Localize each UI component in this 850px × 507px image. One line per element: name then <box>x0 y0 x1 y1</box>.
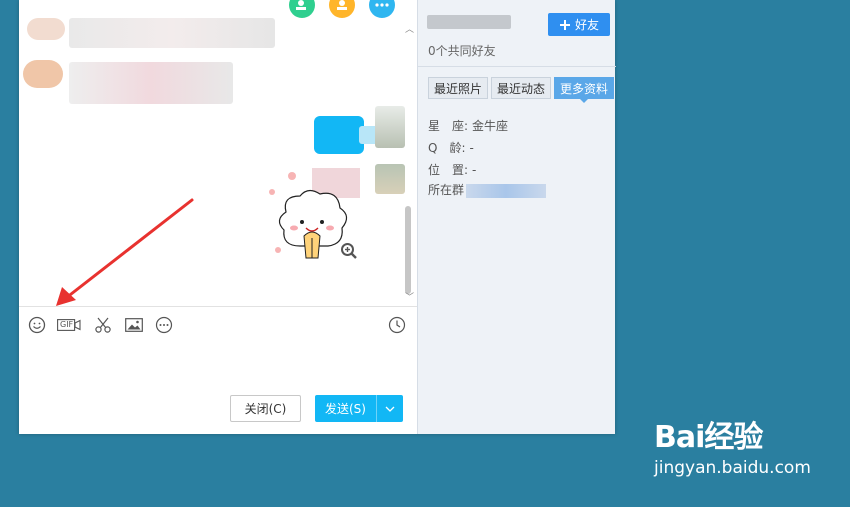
collapse-up-icon[interactable]: ︿ <box>405 22 414 35</box>
profile-panel: 好友 0个共同好友 最近照片 最近动态 更多资料 星 座: 金牛座 Q 龄: - 位… <box>417 0 616 434</box>
image-icon[interactable] <box>124 315 144 335</box>
info-zodiac: 星 座: 金牛座 <box>428 117 508 134</box>
send-options-dropdown[interactable] <box>377 395 403 422</box>
avatar <box>23 60 63 88</box>
info-label: 星 座: <box>428 119 469 133</box>
info-label: 所在群 <box>428 183 465 197</box>
profile-tabs: 最近照片 最近动态 更多资料 <box>428 77 615 103</box>
tab-more-info[interactable]: 更多资料 <box>554 77 615 103</box>
clock-icon[interactable] <box>387 315 407 335</box>
group-link[interactable] <box>466 183 547 198</box>
tab-recent-photos[interactable]: 最近照片 <box>428 77 489 99</box>
smile-icon[interactable] <box>27 315 47 335</box>
group-contact-icon[interactable] <box>329 0 355 18</box>
chat-window: ︿ ﹀ GIF 关闭(C) 发送(S) 好友 0个共同好友 最近照片 最近动态 … <box>19 0 616 434</box>
message-bubble <box>69 18 275 48</box>
top-action-icons <box>289 0 395 18</box>
scrollbar[interactable] <box>405 206 411 294</box>
tab-recent-activity[interactable]: 最近动态 <box>491 77 552 99</box>
watermark-url: jingyan.baidu.com <box>654 458 811 478</box>
message-area[interactable]: ︿ ﹀ <box>19 0 417 306</box>
info-value: - <box>472 163 477 177</box>
info-label: 位 置: <box>428 163 469 177</box>
collapse-down-icon[interactable]: ﹀ <box>405 290 414 303</box>
chevron-down-icon <box>385 406 395 412</box>
send-button-label: 发送(S) <box>315 395 377 422</box>
add-friend-button[interactable]: 好友 <box>548 13 610 36</box>
info-groups: 所在群 <box>428 181 547 198</box>
input-toolbar: GIF <box>19 306 417 342</box>
avatar <box>375 106 405 148</box>
info-label: Q 龄: <box>428 141 466 155</box>
message-bubble <box>314 116 364 154</box>
more-icon[interactable] <box>154 315 174 335</box>
message-bubble <box>69 62 233 104</box>
info-value: - <box>469 141 474 155</box>
add-contact-icon[interactable] <box>289 0 315 18</box>
info-location: 位 置: - <box>428 161 476 178</box>
close-button[interactable]: 关闭(C) <box>230 395 301 422</box>
avatar <box>27 18 65 40</box>
scissors-icon[interactable] <box>93 315 113 335</box>
plus-icon <box>559 19 570 30</box>
more-actions-icon[interactable] <box>369 0 395 18</box>
gif-icon[interactable]: GIF <box>57 315 81 335</box>
add-friend-label: 好友 <box>574 18 599 32</box>
info-qage: Q 龄: - <box>428 139 474 156</box>
contact-name <box>427 15 511 29</box>
info-value: 金牛座 <box>472 119 509 133</box>
message-input[interactable] <box>19 342 417 392</box>
baidu-watermark: Bai经验 jingyan.baidu.com <box>654 412 811 478</box>
mutual-friends: 0个共同好友 <box>428 44 496 58</box>
gif-label: GIF <box>60 320 74 329</box>
watermark-brand: Bai经验 <box>654 420 763 455</box>
divider <box>418 66 616 67</box>
zoom-in-icon[interactable] <box>340 242 358 260</box>
close-button-label: 关闭(C) <box>244 402 287 416</box>
sticker-image[interactable] <box>264 166 364 268</box>
send-button[interactable]: 发送(S) <box>315 395 403 422</box>
avatar <box>375 164 405 194</box>
